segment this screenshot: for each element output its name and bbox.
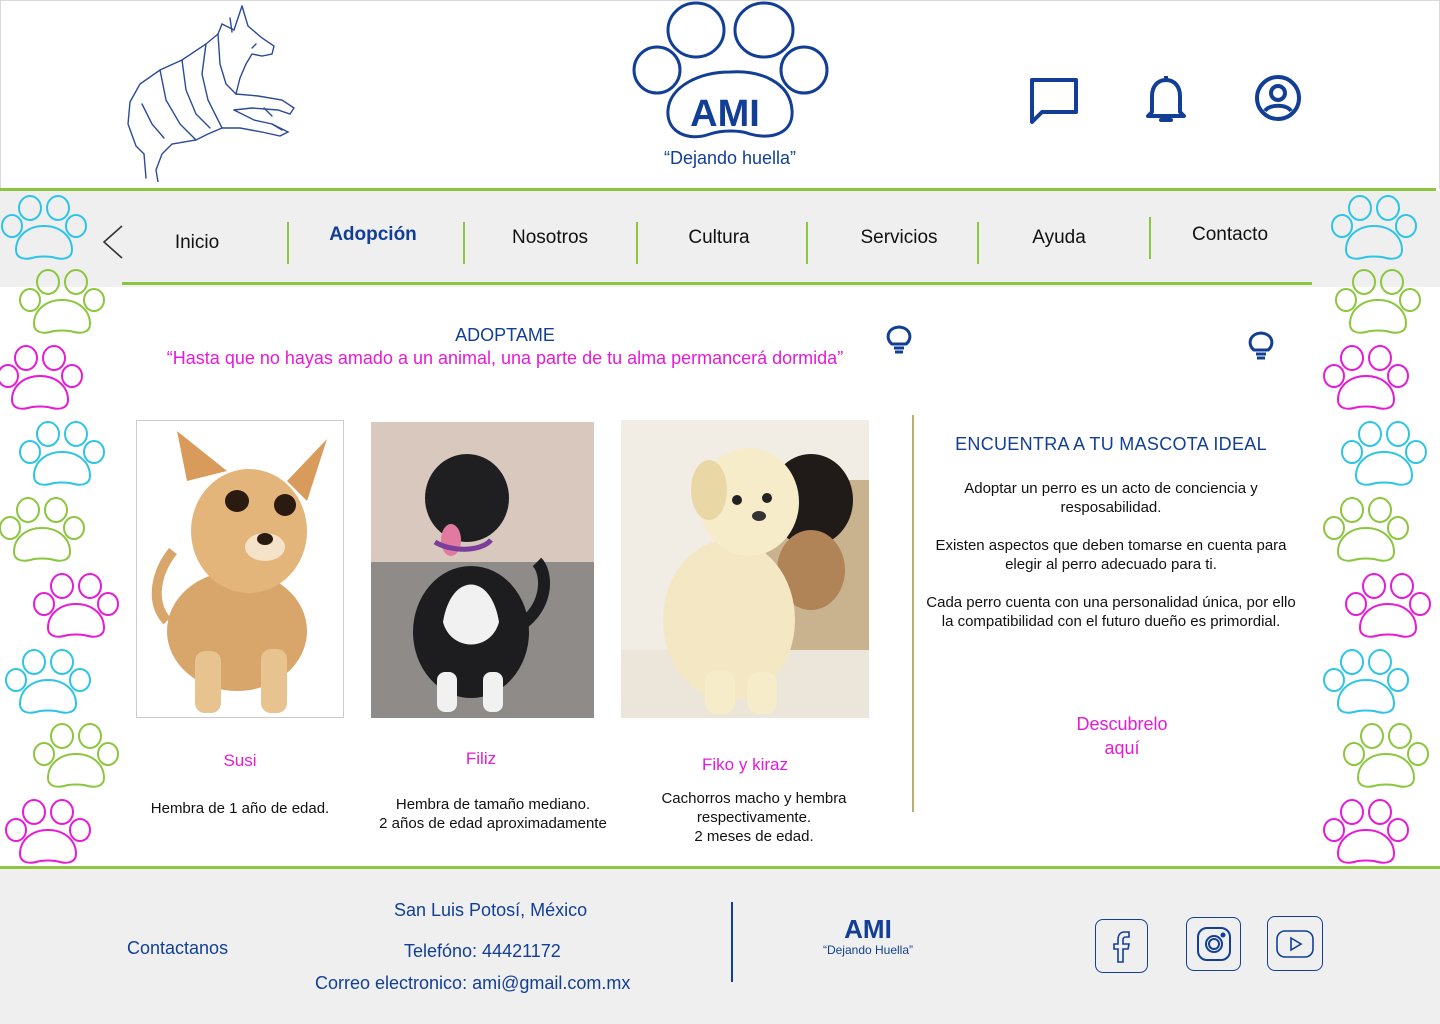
footer-email[interactable]: Correo electronico: ami@gmail.com.mx (315, 973, 630, 994)
nav-cultura[interactable]: Cultura (688, 227, 749, 249)
sidebar-paragraph: Cada perro cuenta con una personalidad ú… (926, 594, 1296, 630)
pet-name: Filiz (465, 749, 497, 768)
lightbulb-icon[interactable] (884, 324, 914, 356)
pet-photo-susi[interactable] (136, 420, 344, 718)
footer-brand-tagline: “Dejando Huella” (822, 943, 914, 957)
sidebar-title: ENCUENTRA A TU MASCOTA IDEAL (955, 434, 1267, 454)
nav-adopcion[interactable]: Adopción (329, 224, 417, 246)
discover-link[interactable]: Descubrelo aquí (1062, 712, 1182, 760)
pet-description: Hembra de 1 año de edad. (150, 800, 330, 817)
sidebar-paragraph: Adoptar un perro es un acto de concienci… (964, 480, 1258, 516)
left-paw-pattern (0, 195, 119, 864)
nav-contacto[interactable]: Contacto (1192, 224, 1268, 246)
instagram-icon[interactable] (1186, 917, 1241, 971)
footer-separator (731, 902, 733, 982)
content-divider (912, 415, 914, 812)
nav-separator (636, 222, 638, 264)
nav-ayuda[interactable]: Ayuda (1032, 227, 1086, 249)
nav-separator (1149, 217, 1151, 259)
nav-separator (806, 222, 808, 264)
nav-inicio[interactable]: Inicio (175, 232, 219, 254)
nav-servicios[interactable]: Servicios (860, 227, 937, 249)
footer-brand-name: AMI (844, 914, 892, 944)
dog-illustration (122, 4, 302, 182)
right-paw-pattern (1323, 195, 1431, 864)
adoption-quote: “Hasta que no hayas amado a un animal, u… (166, 348, 844, 368)
logo-tagline: “Dejando huella” (663, 148, 797, 168)
bell-icon[interactable] (1144, 72, 1188, 124)
pet-description: Cachorros macho y hembra respectivamente… (661, 790, 847, 845)
nav-nosotros[interactable]: Nosotros (512, 227, 588, 249)
nav-separator (287, 222, 289, 264)
pet-name: Susi (223, 751, 257, 770)
logo-name: AMI (690, 93, 760, 135)
nav-underline (122, 282, 1312, 285)
sidebar-paragraph: Existen aspectos que deben tomarse en cu… (935, 537, 1287, 573)
footer-location: San Luis Potosí, México (394, 900, 588, 920)
pet-photo-filiz[interactable] (371, 422, 594, 718)
nav-separator (463, 222, 465, 264)
user-circle-icon[interactable] (1253, 73, 1303, 123)
footer-phone: Telefóno: 44421172 (404, 941, 561, 961)
pet-photo-fiko-kiraz[interactable] (621, 420, 869, 718)
footer-contact-label: Contactanos (127, 938, 229, 958)
youtube-icon[interactable] (1267, 916, 1323, 971)
pet-description: Hembra de tamaño mediano. 2 años de edad… (379, 796, 607, 832)
nav-separator (977, 222, 979, 264)
chat-icon[interactable] (1028, 76, 1080, 126)
lightbulb-icon[interactable] (1246, 330, 1276, 362)
page-title: ADOPTAME (455, 325, 555, 345)
facebook-icon[interactable] (1095, 919, 1148, 973)
pet-name: Fiko y kiraz (702, 755, 788, 774)
